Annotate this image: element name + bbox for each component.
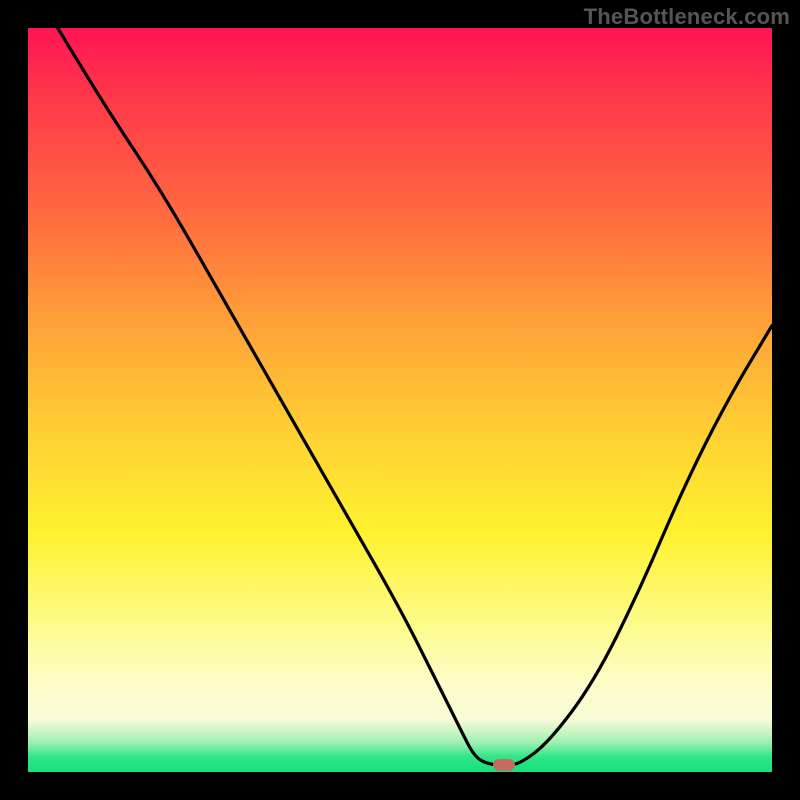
bottleneck-curve bbox=[28, 28, 772, 772]
watermark-text: TheBottleneck.com bbox=[584, 4, 790, 30]
optimum-marker bbox=[493, 759, 515, 771]
chart-frame: TheBottleneck.com bbox=[0, 0, 800, 800]
plot-area bbox=[28, 28, 772, 772]
